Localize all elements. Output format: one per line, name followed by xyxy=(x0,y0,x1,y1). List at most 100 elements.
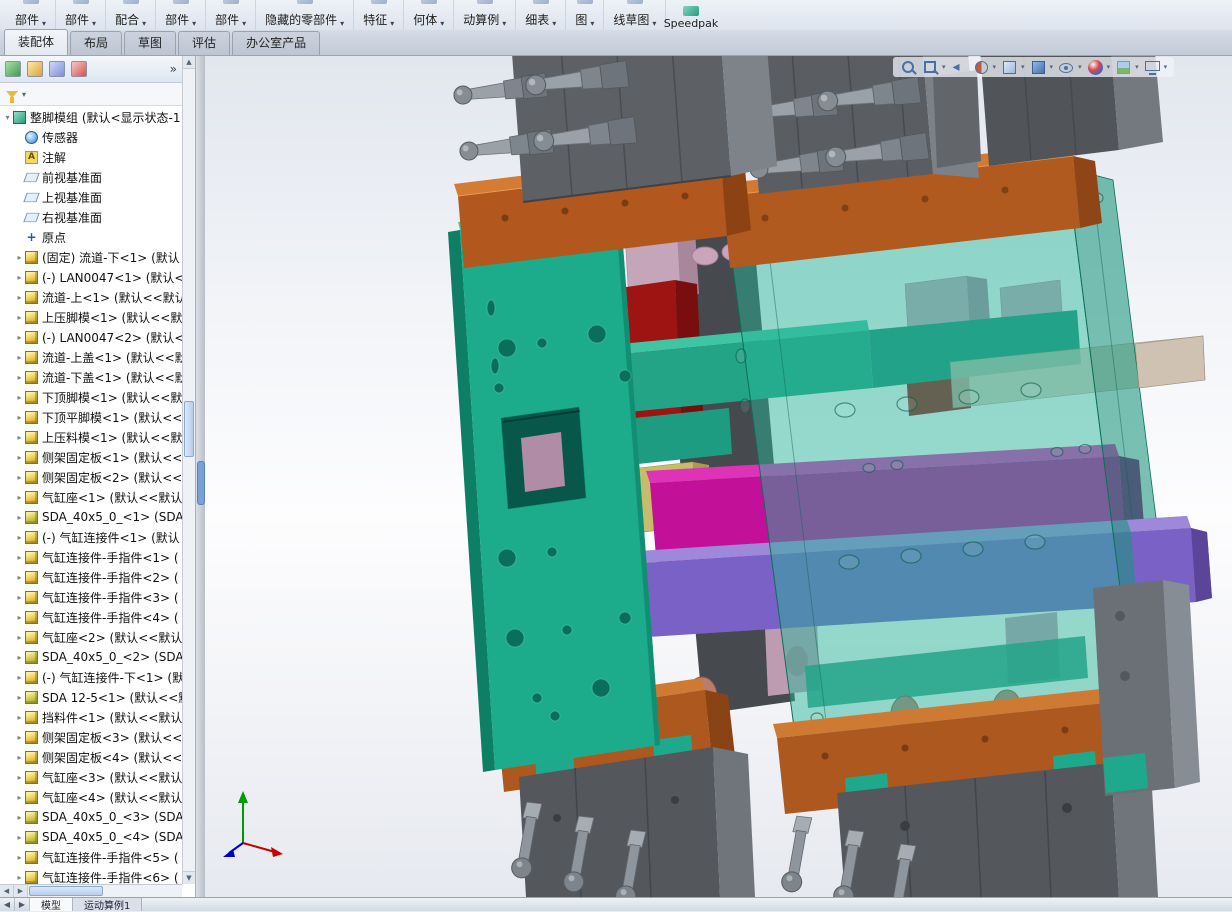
tree-expander-icon[interactable]: ▸ xyxy=(14,853,25,862)
previous-view-icon[interactable] xyxy=(951,59,968,76)
scroll-left-icon[interactable]: ◀ xyxy=(0,885,14,897)
command-tab[interactable]: 评估 xyxy=(178,31,230,55)
tree-item[interactable]: 前视基准面 xyxy=(0,167,182,187)
display-style-icon[interactable] xyxy=(1030,59,1047,76)
dropdown-arrow-icon[interactable]: ▾ xyxy=(942,63,946,71)
scroll-right-icon[interactable]: ▶ xyxy=(14,885,28,897)
panel-splitter[interactable] xyxy=(196,56,205,897)
document-tab[interactable]: 模型 xyxy=(30,898,73,911)
dropdown-arrow-icon[interactable]: ▾ xyxy=(1107,63,1111,71)
tree-expander-icon[interactable]: ▸ xyxy=(14,813,25,822)
tree-item[interactable]: ▸(-) 气缸连接件-下<1> (默 xyxy=(0,667,182,687)
splitter-handle[interactable] xyxy=(197,461,205,505)
tree-item[interactable]: ▸流道-下盖<1> (默认<<默 xyxy=(0,367,182,387)
tree-expander-icon[interactable]: ▸ xyxy=(14,613,25,622)
view-orientation-icon[interactable] xyxy=(1001,59,1018,76)
tree-item[interactable]: A注解 xyxy=(0,147,182,167)
tree-item[interactable]: ▸气缸连接件-手指件<3> ( xyxy=(0,587,182,607)
ribbon-button[interactable]: 何体▾ xyxy=(404,0,454,30)
tree-item[interactable]: ▸侧架固定板<1> (默认<< xyxy=(0,447,182,467)
tree-item[interactable]: ▸侧架固定板<2> (默认<< xyxy=(0,467,182,487)
ribbon-button[interactable]: 部件▾ xyxy=(6,0,56,30)
zoom-area-icon[interactable] xyxy=(922,59,939,76)
tree-expander-icon[interactable]: ▸ xyxy=(14,453,25,462)
configurationmanager-icon[interactable] xyxy=(49,61,65,77)
tree-expander-icon[interactable]: ▸ xyxy=(14,733,25,742)
tree-expander-icon[interactable]: ▸ xyxy=(14,273,25,282)
tree-expander-icon[interactable]: ▸ xyxy=(14,693,25,702)
ribbon-button[interactable]: 线草图▾ xyxy=(604,0,666,30)
ribbon-button[interactable]: 图▾ xyxy=(566,0,604,30)
tree-item[interactable]: ▸气缸座<4> (默认<<默认 xyxy=(0,787,182,807)
dropdown-arrow-icon[interactable]: ▾ xyxy=(1078,63,1082,71)
tree-expander-icon[interactable]: ▾ xyxy=(2,113,13,122)
scroll-down-icon[interactable]: ▼ xyxy=(183,871,195,884)
tree-expander-icon[interactable]: ▸ xyxy=(14,773,25,782)
tree-item[interactable]: ▸气缸座<3> (默认<<默认 xyxy=(0,767,182,787)
vertical-scroll-thumb[interactable] xyxy=(184,401,194,457)
tree-expander-icon[interactable]: ▸ xyxy=(14,533,25,542)
tree-item[interactable]: ▸下顶平脚模<1> (默认<< xyxy=(0,407,182,427)
tree-expander-icon[interactable]: ▸ xyxy=(14,493,25,502)
tree-item[interactable]: ▸下顶脚模<1> (默认<<默 xyxy=(0,387,182,407)
tree-item[interactable]: ▸(-) LAN0047<2> (默认< xyxy=(0,327,182,347)
propertymanager-icon[interactable] xyxy=(27,61,43,77)
tree-item[interactable]: ▸(固定) 流道-下<1> (默认 xyxy=(0,247,182,267)
section-view-icon[interactable] xyxy=(973,59,990,76)
scroll-up-icon[interactable]: ▲ xyxy=(183,56,195,69)
graphics-viewport[interactable]: ▾▾▾▾▾▾▾▾ xyxy=(205,56,1232,897)
tree-horizontal-scrollbar[interactable]: ◀ ▶ xyxy=(0,884,182,897)
apply-scene-icon[interactable] xyxy=(1115,59,1132,76)
tree-item[interactable]: ▸气缸连接件-手指件<5> ( xyxy=(0,847,182,867)
tree-vertical-scrollbar[interactable]: ▲ ▼ xyxy=(182,56,195,884)
dropdown-arrow-icon[interactable]: ▾ xyxy=(1050,63,1054,71)
tree-item[interactable]: ▸气缸连接件-手指件<4> ( xyxy=(0,607,182,627)
tree-item[interactable]: ▸上压料模<1> (默认<<默 xyxy=(0,427,182,447)
ribbon-button[interactable]: 部件▾ xyxy=(156,0,206,30)
tree-expander-icon[interactable]: ▸ xyxy=(14,713,25,722)
panel-overflow-chevron[interactable]: » xyxy=(170,62,177,76)
tree-expander-icon[interactable]: ▸ xyxy=(14,793,25,802)
tree-expander-icon[interactable]: ▸ xyxy=(14,593,25,602)
tree-expander-icon[interactable]: ▸ xyxy=(14,553,25,562)
tree-item[interactable]: ▸(-) LAN0047<1> (默认< xyxy=(0,267,182,287)
tree-item[interactable]: 右视基准面 xyxy=(0,207,182,227)
3d-model-canvas[interactable] xyxy=(205,56,1232,897)
model-right-support-slab[interactable] xyxy=(1093,580,1200,796)
command-tab[interactable]: 办公室产品 xyxy=(232,31,320,55)
tree-item[interactable]: ▸侧架固定板<4> (默认<< xyxy=(0,747,182,767)
tree-expander-icon[interactable]: ▸ xyxy=(14,873,25,882)
tree-item[interactable]: ▸SDA_40x5_0_<3> (SDA xyxy=(0,807,182,827)
tree-expander-icon[interactable]: ▸ xyxy=(14,573,25,582)
tree-item[interactable]: ▸气缸连接件-手指件<2> ( xyxy=(0,567,182,587)
displaymanager-icon[interactable] xyxy=(71,61,87,77)
dropdown-arrow-icon[interactable]: ▾ xyxy=(1164,63,1168,71)
sheet-nav-right-icon[interactable]: ▶ xyxy=(15,898,30,911)
tree-item[interactable]: ▸SDA 12-5<1> (默认<<默 xyxy=(0,687,182,707)
dropdown-arrow-icon[interactable]: ▾ xyxy=(993,63,997,71)
tree-item[interactable]: ▸SDA_40x5_0_<1> (SDA xyxy=(0,507,182,527)
tree-item[interactable]: ▸SDA_40x5_0_<2> (SDA xyxy=(0,647,182,667)
tree-item[interactable]: 上视基准面 xyxy=(0,187,182,207)
tree-expander-icon[interactable]: ▸ xyxy=(14,753,25,762)
dropdown-arrow-icon[interactable]: ▾ xyxy=(1135,63,1139,71)
ribbon-button[interactable]: 特征▾ xyxy=(354,0,404,30)
tree-expander-icon[interactable]: ▸ xyxy=(14,833,25,842)
tree-item[interactable]: ▸气缸座<1> (默认<<默认 xyxy=(0,487,182,507)
command-tab[interactable]: 草图 xyxy=(124,31,176,55)
tree-item[interactable]: ▸SDA_40x5_0_<4> (SDA xyxy=(0,827,182,847)
ribbon-button[interactable]: 部件▾ xyxy=(206,0,256,30)
tree-filter-row[interactable]: ▾ xyxy=(0,83,195,106)
tree-item[interactable]: ▸气缸座<2> (默认<<默认 xyxy=(0,627,182,647)
ribbon-button[interactable]: 配合▾ xyxy=(106,0,156,30)
sheet-nav-left-icon[interactable]: ◀ xyxy=(0,898,15,911)
tree-item[interactable]: +原点 xyxy=(0,227,182,247)
tree-expander-icon[interactable]: ▸ xyxy=(14,373,25,382)
tree-expander-icon[interactable]: ▸ xyxy=(14,473,25,482)
tree-expander-icon[interactable]: ▸ xyxy=(14,393,25,402)
tree-expander-icon[interactable]: ▸ xyxy=(14,673,25,682)
ribbon-button[interactable]: 隐藏的零部件▾ xyxy=(256,0,354,30)
tree-item[interactable]: ▸(-) 气缸连接件<1> (默认 xyxy=(0,527,182,547)
speedpak-button[interactable]: Speedpak xyxy=(660,0,722,32)
command-tab[interactable]: 布局 xyxy=(70,31,122,55)
